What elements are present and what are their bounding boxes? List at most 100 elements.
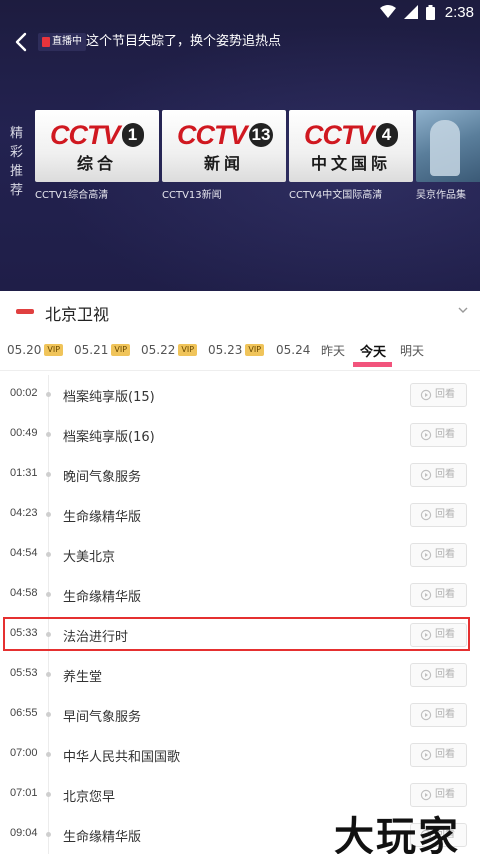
replay-label: 回看 <box>435 509 455 520</box>
program-title: 生命缘精华版 <box>63 510 142 525</box>
watermark: 大玩家 <box>334 814 460 854</box>
replay-label: 回看 <box>435 389 455 400</box>
tab-date-0523[interactable]: 05.23 VIP <box>208 339 265 361</box>
timeline-dot <box>46 552 51 557</box>
channel-name: 北京卫视 <box>45 305 110 324</box>
program-row[interactable]: 00:49 档案纯享版(16) 回看 <box>0 415 480 455</box>
cctv-logo: CCTV 13 <box>177 120 274 150</box>
vip-badge: VIP <box>178 344 198 356</box>
tab-yesterday[interactable]: 昨天 <box>321 339 345 361</box>
live-badge-label: 直播中 <box>52 36 82 47</box>
replay-button[interactable]: 回看 <box>410 743 467 767</box>
replay-icon <box>420 469 432 481</box>
tab-date-0520[interactable]: 05.20 VIP <box>7 339 64 361</box>
program-row[interactable]: 06:55 早间气象服务 回看 <box>0 695 480 735</box>
replay-label: 回看 <box>435 549 455 560</box>
replay-button[interactable]: 回看 <box>410 703 467 727</box>
replay-button[interactable]: 回看 <box>410 463 467 487</box>
tab-date-0521[interactable]: 05.21 VIP <box>74 339 131 361</box>
timeline-dot <box>46 392 51 397</box>
timeline-dot <box>46 512 51 517</box>
tab-tomorrow[interactable]: 明天 <box>400 339 424 361</box>
program-row[interactable]: 07:00 中华人民共和国国歌 回看 <box>0 735 480 775</box>
program-time: 09:04 <box>10 827 38 839</box>
program-time: 05:53 <box>10 667 38 679</box>
battery-icon <box>425 4 435 20</box>
program-time: 00:49 <box>10 427 38 439</box>
program-title: 生命缘精华版 <box>63 830 142 845</box>
replay-button[interactable]: 回看 <box>410 503 467 527</box>
player-area: 2:38 直播中 这个节目失踪了，换个姿势追热点 精彩推荐 CCTV 1 综合 … <box>0 0 480 291</box>
replay-label: 回看 <box>435 669 455 680</box>
program-row[interactable]: 01:31 晚间气象服务 回看 <box>0 455 480 495</box>
program-time: 04:23 <box>10 507 38 519</box>
replay-icon <box>420 789 432 801</box>
program-row[interactable]: 04:23 生命缘精华版 回看 <box>0 495 480 535</box>
replay-button[interactable]: 回看 <box>410 383 467 407</box>
program-time: 01:31 <box>10 467 38 479</box>
tab-date-0522[interactable]: 05.22 VIP <box>141 339 198 361</box>
divider <box>0 370 480 371</box>
channel-thumbnail: CCTV 13 新闻 <box>162 110 286 182</box>
replay-label: 回看 <box>435 789 455 800</box>
recommend-card-cctv4[interactable]: CCTV 4 中文国际 CCTV4中文国际高清 <box>289 110 413 201</box>
recommend-card-wujing[interactable]: 吴京作品集 <box>416 110 480 201</box>
recommend-card-cctv13[interactable]: CCTV 13 新闻 CCTV13新闻 <box>162 110 286 201</box>
status-time: 2:38 <box>444 3 474 21</box>
program-row[interactable]: 04:54 大美北京 回看 <box>0 535 480 575</box>
replay-label: 回看 <box>435 469 455 480</box>
card-caption: CCTV1综合高清 <box>35 190 109 201</box>
replay-button[interactable]: 回看 <box>410 423 467 447</box>
replay-label: 回看 <box>435 749 455 760</box>
program-row[interactable]: 04:58 生命缘精华版 回看 <box>0 575 480 615</box>
replay-button[interactable]: 回看 <box>410 543 467 567</box>
program-row[interactable]: 00:02 档案纯享版(15) 回看 <box>0 375 480 415</box>
timeline-dot <box>46 792 51 797</box>
logo-subtitle: 新闻 <box>203 154 244 173</box>
program-title: 北京您早 <box>63 790 116 805</box>
tab-date-0524[interactable]: 05.24 <box>276 339 310 361</box>
program-time: 06:55 <box>10 707 38 719</box>
player-header: 直播中 这个节目失踪了，换个姿势追热点 <box>0 28 480 56</box>
replay-label: 回看 <box>435 589 455 600</box>
timeline-dot <box>46 592 51 597</box>
signal-icon <box>403 5 418 19</box>
program-time: 04:54 <box>10 547 38 559</box>
replay-icon <box>420 709 432 721</box>
card-caption: 吴京作品集 <box>416 190 466 201</box>
channel-thumbnail: CCTV 4 中文国际 <box>289 110 413 182</box>
replay-label: 回看 <box>435 709 455 720</box>
date-tabs: 05.20 VIP 05.21 VIP 05.22 VIP 05.23 VIP 05.2… <box>0 335 480 369</box>
channel-thumbnail: CCTV 1 综合 <box>35 110 159 182</box>
program-time: 07:01 <box>10 787 38 799</box>
replay-icon <box>420 389 432 401</box>
back-arrow-icon[interactable] <box>10 30 34 54</box>
poster-thumbnail <box>416 110 480 182</box>
program-title: 养生堂 <box>63 670 103 685</box>
live-indicator-icon <box>42 37 50 47</box>
vip-badge: VIP <box>44 344 64 356</box>
timeline-dot <box>46 672 51 677</box>
replay-icon <box>420 669 432 681</box>
replay-button[interactable]: 回看 <box>410 663 467 687</box>
program-time: 07:00 <box>10 747 38 759</box>
timeline-dot <box>46 832 51 837</box>
logo-subtitle: 中文国际 <box>310 154 391 173</box>
program-title: 晚间气象服务 <box>63 470 142 485</box>
program-title: 档案纯享版(16) <box>63 430 155 445</box>
replay-icon <box>420 549 432 561</box>
recommend-row[interactable]: CCTV 1 综合 CCTV1综合高清 CCTV 13 新闻 CCTV13新闻 … <box>35 110 480 201</box>
replay-label: 回看 <box>435 429 455 440</box>
program-title: 中华人民共和国国歌 <box>63 750 181 765</box>
replay-icon <box>420 509 432 521</box>
tab-today[interactable]: 今天 <box>360 339 386 361</box>
program-time: 00:02 <box>10 387 38 399</box>
chevron-down-icon[interactable] <box>456 303 470 317</box>
recommend-card-cctv1[interactable]: CCTV 1 综合 CCTV1综合高清 <box>35 110 159 201</box>
wifi-icon <box>379 5 396 18</box>
replay-icon <box>420 429 432 441</box>
replay-icon <box>420 589 432 601</box>
channel-header[interactable]: 北京卫视 <box>0 291 480 331</box>
program-row[interactable]: 05:53 养生堂 回看 <box>0 655 480 695</box>
replay-button[interactable]: 回看 <box>410 583 467 607</box>
